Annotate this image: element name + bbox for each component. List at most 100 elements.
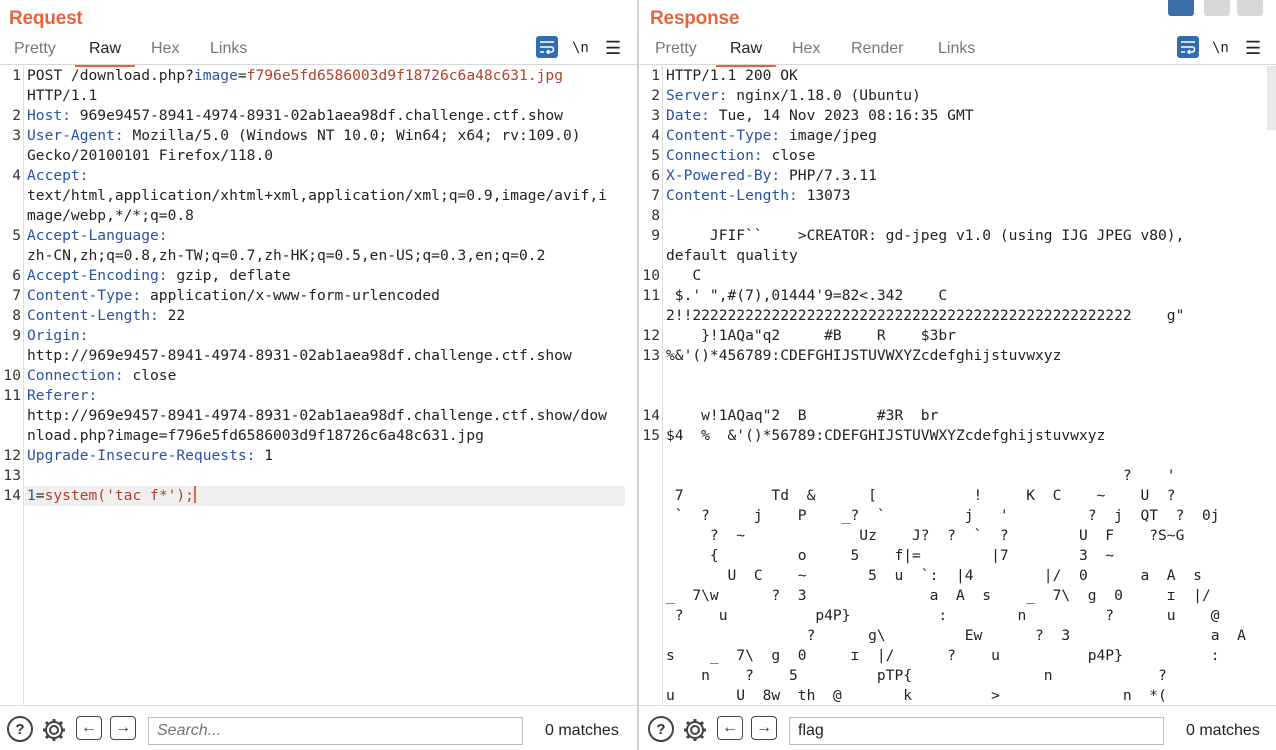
code-line: w!1AQaq"2 B #3R br — [666, 407, 939, 424]
previous-match-button[interactable]: ← — [717, 716, 743, 740]
code-line: JFIF`` >CREATOR: gd-jpeg v1.0 (using IJG… — [666, 227, 1185, 244]
header-value: 1 — [255, 447, 274, 464]
layout-tabs-icon[interactable] — [1237, 0, 1263, 16]
request-search-input[interactable] — [148, 717, 523, 745]
wrap-lines-button[interactable] — [1177, 36, 1199, 58]
header-name: Content-Type: — [27, 287, 142, 304]
code-line: ? ' — [666, 467, 1176, 484]
line-number: 7 — [651, 187, 660, 204]
code-line: u U 8w th @ k > n *( — [666, 687, 1167, 704]
menu-icon[interactable]: ☰ — [605, 36, 621, 60]
line-number: 3 — [12, 127, 21, 144]
show-newlines-button[interactable]: \n — [1212, 36, 1229, 60]
code-line: Date: Tue, 14 Nov 2023 08:16:35 GMT — [666, 106, 974, 126]
line-number: 1 — [651, 67, 660, 84]
header-value: image/jpeg — [780, 127, 877, 144]
header-value: nginx/1.18.0 (Ubuntu) — [727, 87, 921, 104]
code-line: ? u p4P} : n ? u @ — [666, 607, 1220, 624]
line-number: 9 — [12, 327, 21, 344]
line-number: 12 — [3, 447, 21, 464]
tab-raw[interactable]: Raw — [74, 40, 136, 67]
previous-match-button[interactable]: ← — [76, 716, 102, 740]
tab-divider — [639, 64, 1276, 65]
response-scrollbar[interactable] — [1267, 66, 1276, 130]
settings-gear-icon[interactable] — [681, 716, 709, 744]
header-name: Server: — [666, 87, 728, 104]
code-line: text/html,application/xhtml+xml,applicat… — [27, 187, 607, 204]
code-line: Content-Length: 13073 — [666, 186, 851, 206]
code-line: Connection: close — [27, 366, 176, 386]
header-name: X-Powered-By: — [666, 167, 781, 184]
code-line: default quality — [666, 247, 798, 264]
code-line: Accept-Encoding: gzip, deflate — [27, 266, 291, 286]
header-name: Content-Length: — [666, 187, 798, 204]
response-pane: Response Pretty Raw Hex Render Links \n … — [639, 0, 1276, 750]
layout-side-by-side-icon[interactable] — [1168, 0, 1194, 16]
tab-hex[interactable]: Hex — [151, 40, 179, 64]
help-icon[interactable]: ? — [7, 716, 33, 742]
request-match-count: 0 matches — [545, 722, 619, 739]
code-line: 7 Td & [ ! K C ~ U ? — [666, 487, 1176, 504]
code-line: Content-Type: image/jpeg — [666, 126, 877, 146]
line-number: 4 — [12, 167, 21, 184]
response-search-bar: ? ← → 0 matches — [639, 705, 1276, 750]
tab-raw[interactable]: Raw — [715, 40, 777, 67]
code-line: %&'()*456789:CDEFGHIJSTUVWXYZcdefghijstu… — [666, 347, 1062, 364]
code-line: Connection: close — [666, 146, 815, 166]
header-value: gzip, deflate — [167, 267, 291, 284]
response-match-count: 0 matches — [1186, 722, 1260, 739]
code-line: Content-Length: 22 — [27, 306, 185, 326]
code-line: User-Agent: Mozilla/5.0 (Windows NT 10.0… — [27, 126, 581, 146]
line-number: 1 — [12, 67, 21, 84]
request-editor[interactable]: 1 POST /download.php?image=f796e5fd658600… — [0, 66, 637, 705]
code-line: ? g\ Ew ? 3 a A — [666, 627, 1246, 644]
response-search-input[interactable] — [789, 717, 1164, 745]
response-editor[interactable]: 1 HTTP/1.1 200 OK 2 Server: nginx/1.18.0 (U… — [639, 66, 1276, 705]
next-match-button[interactable]: → — [751, 716, 777, 740]
next-match-button[interactable]: → — [110, 716, 136, 740]
tab-render[interactable]: Render — [851, 40, 903, 64]
code-line: Accept-Language: — [27, 226, 168, 246]
request-pane: Request Pretty Raw Hex Links \n ☰ 1 POST … — [0, 0, 637, 750]
code-line: Accept: — [27, 166, 89, 186]
code-line: Origin: — [27, 326, 89, 346]
header-name: Content-Type: — [666, 127, 781, 144]
tab-hex[interactable]: Hex — [792, 40, 820, 64]
settings-gear-icon[interactable] — [40, 716, 68, 744]
code-line: { o 5 f|= |7 3 ~ — [666, 547, 1115, 564]
header-value: Tue, 14 Nov 2023 08:16:35 GMT — [709, 107, 974, 124]
header-name: Accept-Encoding: — [27, 267, 168, 284]
line-number: 13 — [3, 467, 21, 484]
tab-pretty[interactable]: Pretty — [655, 40, 697, 64]
tab-links[interactable]: Links — [210, 40, 247, 64]
code-line: U C ~ 5 u `: |4 |/ 0 a A s — [666, 567, 1202, 584]
code-line: ` ? j P _? ` j ' ? j QT ? 0j — [666, 507, 1220, 524]
code-line: $4 % &'()*56789:CDEFGHIJSTUVWXYZcdefghij… — [666, 427, 1106, 444]
tab-divider — [0, 64, 637, 65]
code-line: Content-Type: application/x-www-form-url… — [27, 286, 440, 306]
line-number: 2 — [651, 87, 660, 104]
line-number: 11 — [642, 287, 660, 304]
line-number: 5 — [12, 227, 21, 244]
line-number: 15 — [642, 427, 660, 444]
header-name: Accept: — [27, 167, 89, 184]
header-name: Accept-Language: — [27, 227, 168, 244]
tab-pretty[interactable]: Pretty — [14, 40, 56, 64]
header-name: Connection: — [666, 147, 763, 164]
show-newlines-button[interactable]: \n — [572, 36, 589, 60]
text-caret — [193, 486, 196, 503]
line-number: 7 — [12, 287, 21, 304]
code-line: Referer: — [27, 386, 97, 406]
code-line: HTTP/1.1 — [27, 87, 98, 104]
header-name: User-Agent: — [27, 127, 124, 144]
layout-top-bottom-icon[interactable] — [1204, 0, 1230, 16]
tab-links[interactable]: Links — [938, 40, 975, 64]
line-number: 2 — [12, 107, 21, 124]
code-line: HTTP/1.1 200 OK — [666, 67, 798, 84]
header-name: Date: — [666, 107, 710, 124]
help-icon[interactable]: ? — [648, 716, 674, 742]
wrap-lines-button[interactable] — [536, 36, 558, 58]
header-value: 969e9457-8941-4974-8931-02ab1aea98df.cha… — [70, 107, 563, 124]
code-line: X-Powered-By: PHP/7.3.11 — [666, 166, 877, 186]
menu-icon[interactable]: ☰ — [1245, 36, 1261, 60]
